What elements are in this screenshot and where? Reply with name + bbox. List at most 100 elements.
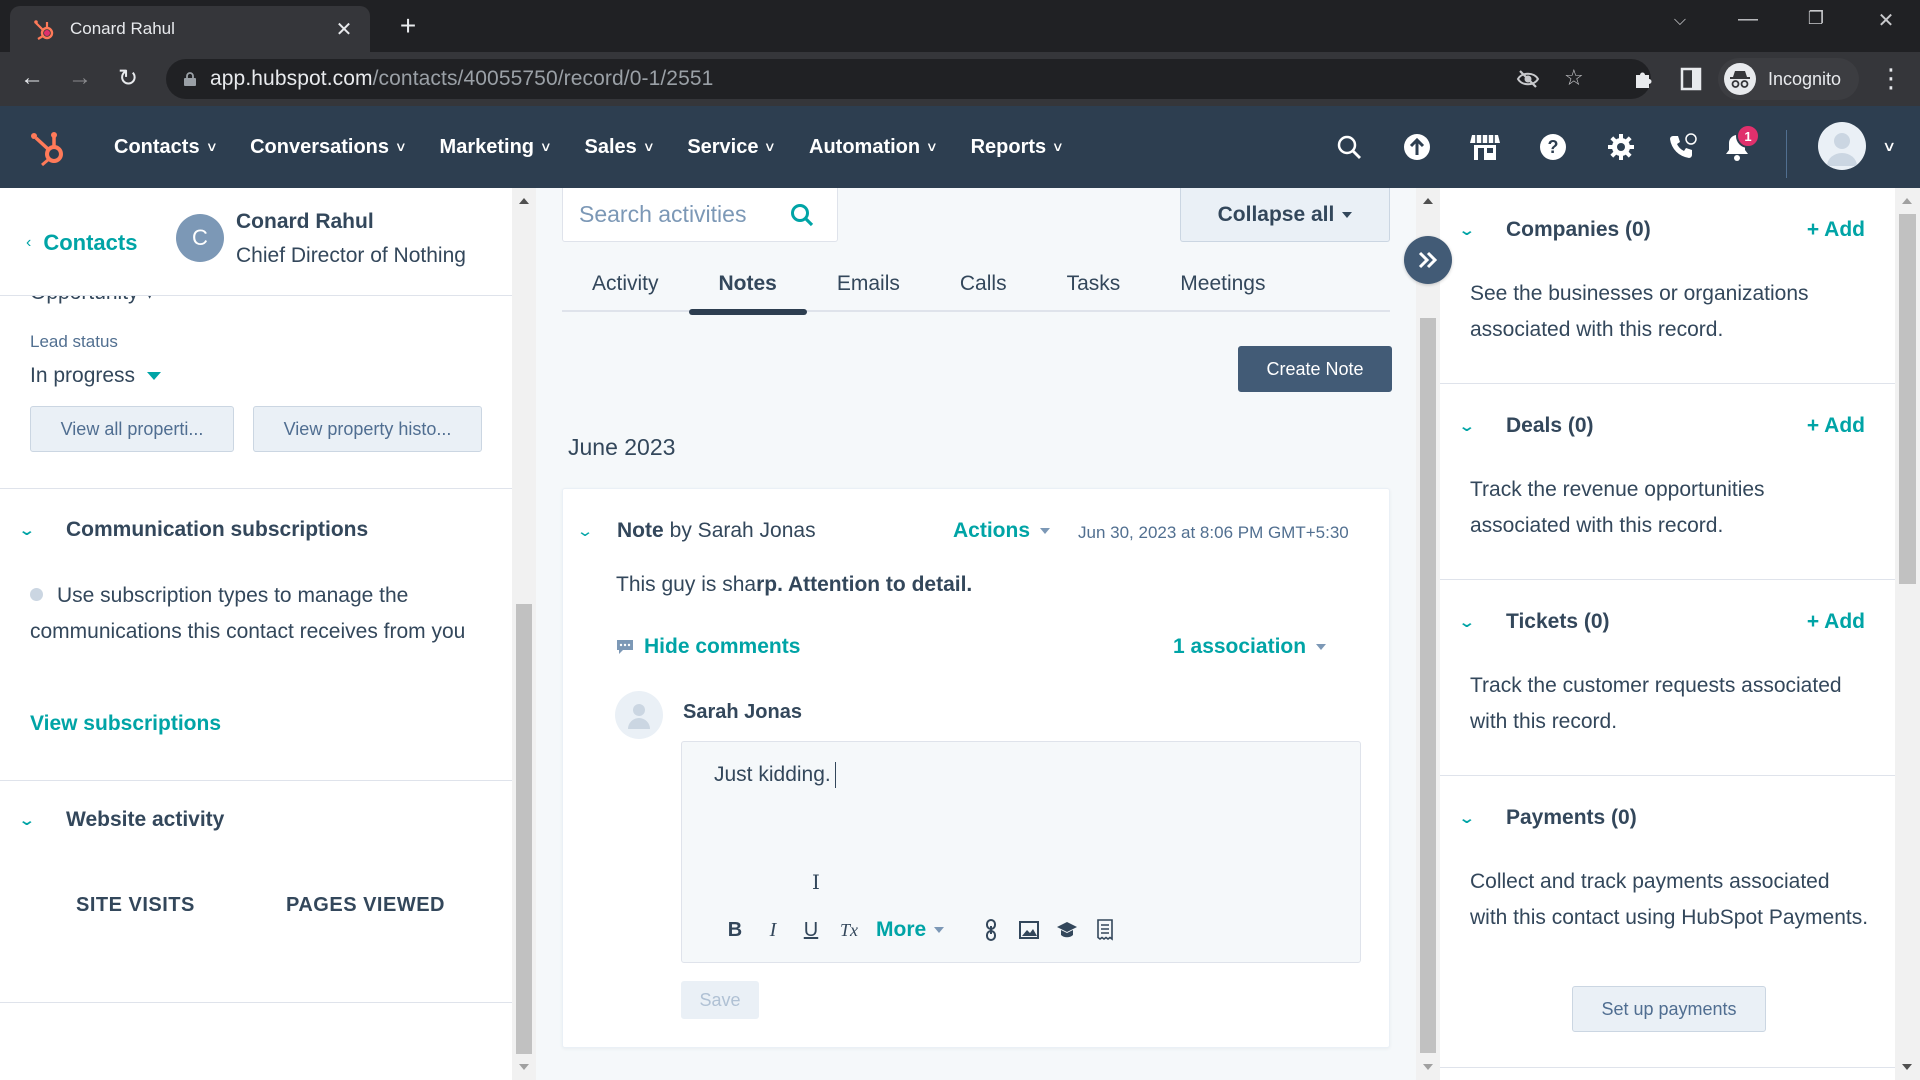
browser-menu-icon[interactable]: ⋮ [1878, 65, 1904, 91]
comment-input[interactable]: Just kidding. [714, 762, 837, 788]
section-divider [0, 1002, 512, 1003]
tab-activity[interactable]: Activity [562, 258, 689, 310]
add-deal-button[interactable]: + Add [1807, 414, 1865, 438]
caret-down-icon [1040, 528, 1051, 534]
comment-editor[interactable]: Just kidding. I B I U Tx More [681, 741, 1361, 963]
lead-status-dropdown[interactable]: In progress [30, 364, 162, 388]
forward-button[interactable]: → [62, 64, 98, 92]
incognito-profile-button[interactable]: Incognito [1718, 58, 1860, 100]
comment-bubble-icon [617, 640, 633, 654]
scroll-down-arrow-icon[interactable] [1423, 1064, 1433, 1070]
nav-contacts[interactable]: Contacts ∨ [114, 136, 218, 159]
section-divider [0, 488, 512, 489]
left-panel-scrollbar[interactable] [512, 188, 536, 1080]
associations-dropdown[interactable]: 1 association [1173, 635, 1327, 659]
restore-button[interactable]: ❐ [1796, 8, 1836, 29]
insert-image-icon[interactable] [1010, 921, 1048, 939]
underline-button[interactable]: U [792, 919, 830, 942]
scroll-down-arrow-icon[interactable] [1902, 1064, 1912, 1070]
insert-knowledge-article-icon[interactable] [1048, 921, 1086, 939]
tab-close-icon[interactable]: ✕ [332, 17, 356, 42]
communication-subscriptions-toggle[interactable]: ⌄ Communication subscriptions [18, 518, 368, 542]
timeline-scrollbar[interactable] [1416, 188, 1440, 1080]
bookmark-star-icon[interactable]: ☆ [1564, 65, 1584, 91]
nav-conversations[interactable]: Conversations ∨ [250, 136, 407, 159]
note-body[interactable]: This guy is sharp. Attention to detail. [616, 573, 972, 597]
nav-sales[interactable]: Sales ∨ [585, 136, 655, 159]
upgrade-arrow-icon[interactable] [1400, 130, 1434, 164]
account-menu-chevron-icon[interactable]: ∨ [1882, 138, 1896, 155]
tab-meetings[interactable]: Meetings [1150, 258, 1295, 310]
chevron-down-icon: ⌄ [18, 522, 36, 539]
back-button[interactable]: ← [14, 64, 50, 92]
user-silhouette-icon [628, 704, 650, 729]
view-property-history-button[interactable]: View property histo... [253, 406, 482, 452]
deals-toggle[interactable]: ⌄ Deals (0) [1458, 414, 1594, 438]
close-window-button[interactable]: ✕ [1866, 8, 1906, 33]
search-activities-input[interactable] [579, 201, 779, 228]
nav-reports[interactable]: Reports ∨ [971, 136, 1065, 159]
expand-sidebar-button[interactable] [1404, 236, 1452, 284]
insert-snippet-icon[interactable] [1086, 919, 1124, 941]
tab-emails[interactable]: Emails [807, 258, 930, 310]
scroll-up-arrow-icon[interactable] [1423, 198, 1433, 204]
collapse-note-chevron-icon[interactable]: ⌄ [576, 522, 624, 540]
tab-notes[interactable]: Notes [688, 258, 808, 315]
companies-toggle[interactable]: ⌄ Companies (0) [1458, 218, 1651, 242]
rich-text-toolbar: B I U Tx More [716, 918, 1124, 942]
tab-calls[interactable]: Calls [930, 258, 1037, 310]
settings-gear-icon[interactable] [1604, 130, 1638, 164]
tab-search-chevron-icon[interactable]: ⌵ [1660, 12, 1700, 30]
payments-toggle[interactable]: ⌄ Payments (0) [1458, 806, 1637, 830]
search-icon[interactable] [789, 202, 815, 228]
insert-link-icon[interactable] [972, 919, 1010, 941]
scroll-up-arrow-icon[interactable] [1902, 198, 1912, 204]
website-activity-toggle[interactable]: ⌄ Website activity [18, 808, 224, 832]
set-up-payments-button[interactable]: Set up payments [1572, 986, 1766, 1032]
scroll-up-arrow-icon[interactable] [519, 198, 529, 204]
new-tab-button[interactable]: + [392, 10, 424, 42]
create-note-button[interactable]: Create Note [1238, 346, 1392, 392]
browser-tab[interactable]: Conard Rahul ✕ [10, 6, 370, 52]
marketplace-icon[interactable] [1468, 130, 1502, 164]
search-icon[interactable] [1332, 130, 1366, 164]
nav-automation[interactable]: Automation ∨ [809, 136, 939, 159]
minimize-button[interactable]: — [1728, 8, 1768, 31]
collapse-all-button[interactable]: Collapse all [1180, 188, 1390, 242]
chevron-down-icon: ∨ [925, 139, 939, 154]
hubspot-logo-icon[interactable] [28, 128, 68, 168]
notifications-bell-icon[interactable]: 1 [1720, 124, 1760, 164]
help-icon[interactable]: ? [1536, 130, 1570, 164]
scroll-thumb[interactable] [1420, 318, 1436, 1053]
view-all-properties-button[interactable]: View all properti... [30, 406, 234, 452]
sidebar-scrollbar[interactable] [1895, 188, 1920, 1080]
user-avatar[interactable] [1818, 122, 1866, 170]
add-company-button[interactable]: + Add [1807, 218, 1865, 242]
activity-timeline: Collapse all Activity Notes Emails Calls… [536, 188, 1416, 1080]
scroll-thumb[interactable] [1899, 214, 1916, 584]
nav-service[interactable]: Service ∨ [687, 136, 776, 159]
address-bar[interactable]: app.hubspot.com/contacts/40055750/record… [166, 59, 1651, 99]
deals-description: Track the revenue opportunities associat… [1470, 478, 1765, 537]
bold-button[interactable]: B [716, 919, 754, 942]
tickets-toggle[interactable]: ⌄ Tickets (0) [1458, 610, 1610, 634]
clear-formatting-button[interactable]: Tx [830, 920, 868, 941]
scroll-down-arrow-icon[interactable] [519, 1064, 529, 1070]
scroll-thumb[interactable] [516, 604, 532, 1054]
note-actions-dropdown[interactable]: Actions [953, 519, 1051, 543]
reload-button[interactable]: ↻ [110, 64, 146, 93]
extensions-puzzle-icon[interactable] [1632, 67, 1656, 96]
tracking-blocked-icon[interactable] [1516, 67, 1540, 97]
note-card: ⌄ Note by Sarah Jonas Actions Jun 30, 20… [562, 488, 1390, 1048]
tab-tasks[interactable]: Tasks [1037, 258, 1151, 310]
hide-comments-link[interactable]: Hide comments [616, 635, 800, 659]
side-panel-icon[interactable] [1680, 67, 1702, 96]
add-ticket-button[interactable]: + Add [1807, 610, 1865, 634]
back-to-contacts-link[interactable]: ‹ Contacts [26, 230, 137, 256]
view-subscriptions-link[interactable]: View subscriptions [30, 712, 221, 736]
nav-marketing[interactable]: Marketing ∨ [440, 136, 552, 159]
more-formatting-dropdown[interactable]: More [876, 918, 945, 942]
italic-button[interactable]: I [754, 919, 792, 942]
save-comment-button[interactable]: Save [681, 981, 759, 1019]
calling-icon[interactable] [1666, 130, 1700, 164]
